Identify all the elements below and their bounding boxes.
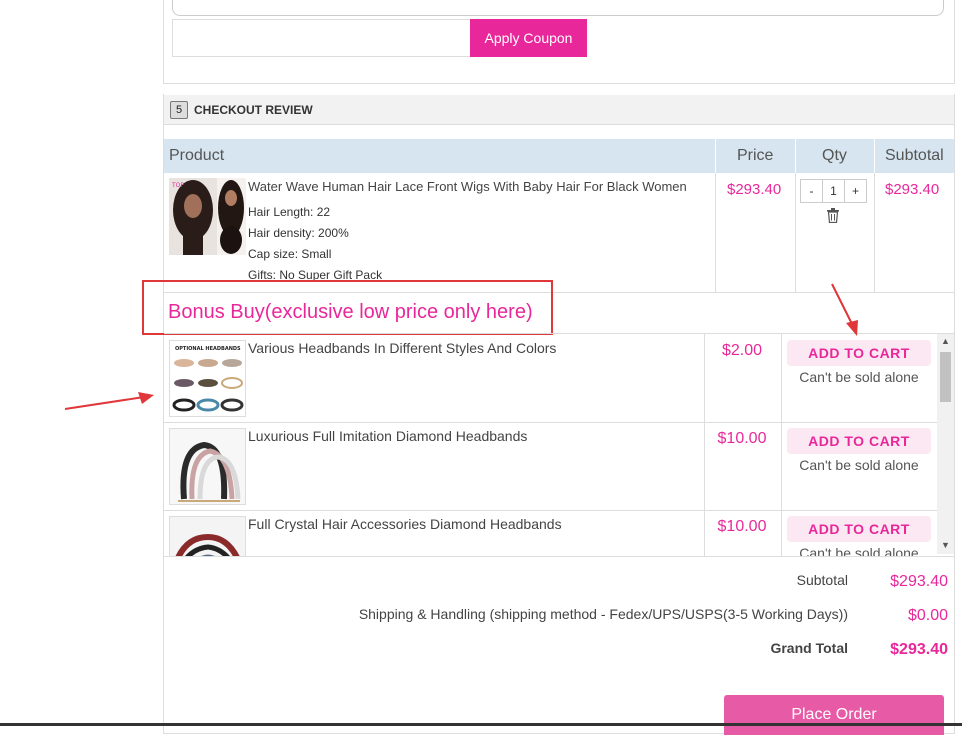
cart-item-price: $293.40 bbox=[727, 181, 782, 198]
shipping-value: $0.00 bbox=[907, 607, 948, 624]
bonus-item-name[interactable]: Various Headbands In Different Styles An… bbox=[248, 340, 556, 356]
qty-decrease-button[interactable]: - bbox=[801, 180, 822, 202]
list-item: OPTIONAL HEADBANDS Various Headbands In … bbox=[164, 334, 939, 423]
qty-input[interactable]: 1 bbox=[822, 180, 845, 202]
header-price: Price bbox=[737, 147, 774, 164]
list-item: Full Crystal Hair Accessories Diamond He… bbox=[164, 510, 939, 557]
coupon-input[interactable] bbox=[172, 19, 472, 57]
trash-icon[interactable] bbox=[826, 208, 840, 224]
shipping-label: Shipping & Handling (shipping method - F… bbox=[358, 606, 848, 622]
grand-total-label: Grand Total bbox=[770, 640, 848, 656]
bonus-item-price: $10.00 bbox=[717, 430, 767, 447]
bonus-item-name[interactable]: Full Crystal Hair Accessories Diamond He… bbox=[248, 516, 562, 532]
scroll-down-arrow-icon[interactable]: ▼ bbox=[937, 540, 954, 552]
table-header: Product Price Qty Subtotal bbox=[164, 139, 954, 173]
bonus-item-thumbnail[interactable]: OPTIONAL HEADBANDS bbox=[169, 340, 246, 417]
qty-increase-button[interactable]: + bbox=[845, 180, 866, 202]
annotation-arrow-icon bbox=[831, 283, 858, 336]
bonus-buy-title: Bonus Buy(exclusive low price only here) bbox=[168, 301, 533, 323]
bonus-item-thumbnail[interactable] bbox=[169, 516, 246, 556]
add-to-cart-button[interactable]: ADD TO CART bbox=[787, 340, 931, 366]
scroll-thumb[interactable] bbox=[940, 352, 951, 402]
subtotal-label: Subtotal bbox=[796, 572, 848, 588]
quantity-stepper[interactable]: - 1 + bbox=[800, 179, 867, 203]
section-title: CHECKOUT REVIEW bbox=[194, 102, 313, 117]
header-product: Product bbox=[169, 147, 225, 164]
option-hair-density: Hair density: 200% bbox=[248, 226, 349, 240]
column-divider bbox=[874, 173, 875, 293]
svg-text:TOP: TOP bbox=[171, 182, 184, 189]
bonus-item-note: Can't be sold alone bbox=[799, 457, 919, 473]
step-number: 5 bbox=[170, 100, 188, 119]
bonus-item-price: $2.00 bbox=[721, 342, 763, 359]
bonus-list-scrollbar[interactable]: ▲ ▼ bbox=[937, 334, 954, 554]
apply-coupon-button[interactable]: Apply Coupon bbox=[470, 19, 587, 57]
cart-item-name[interactable]: Water Wave Human Hair Lace Front Wigs Wi… bbox=[248, 179, 687, 194]
header-qty: Qty bbox=[822, 147, 847, 164]
option-hair-length: Hair Length: 22 bbox=[248, 205, 331, 219]
option-cap-size: Cap size: Small bbox=[248, 247, 332, 261]
bonus-buy-list[interactable]: OPTIONAL HEADBANDS Various Headbands In … bbox=[164, 333, 954, 557]
checkout-review-header: 5 CHECKOUT REVIEW bbox=[164, 95, 954, 125]
bonus-item-price: $10.00 bbox=[717, 518, 767, 535]
add-to-cart-button[interactable]: ADD TO CART bbox=[787, 428, 931, 454]
thumb-caption: OPTIONAL HEADBANDS bbox=[175, 346, 241, 352]
bonus-item-note: Can't be sold alone bbox=[799, 545, 919, 557]
list-item: Luxurious Full Imitation Diamond Headban… bbox=[164, 422, 939, 511]
coupon-code-field[interactable] bbox=[172, 0, 944, 16]
column-divider bbox=[795, 173, 796, 293]
header-subtotal: Subtotal bbox=[885, 147, 944, 164]
cart-item-subtotal: $293.40 bbox=[885, 181, 940, 198]
place-order-button[interactable]: Place Order bbox=[724, 695, 944, 735]
add-to-cart-button[interactable]: ADD TO CART bbox=[787, 516, 931, 542]
scroll-up-arrow-icon[interactable]: ▲ bbox=[937, 336, 954, 348]
product-thumbnail[interactable]: TOP bbox=[169, 178, 246, 255]
bonus-item-thumbnail[interactable] bbox=[169, 428, 246, 505]
subtotal-value: $293.40 bbox=[890, 573, 948, 590]
column-divider bbox=[715, 173, 716, 293]
bonus-item-name[interactable]: Luxurious Full Imitation Diamond Headban… bbox=[248, 428, 527, 444]
bonus-item-note: Can't be sold alone bbox=[799, 369, 919, 385]
grand-total-value: $293.40 bbox=[890, 641, 948, 658]
annotation-arrow-icon bbox=[64, 392, 154, 410]
